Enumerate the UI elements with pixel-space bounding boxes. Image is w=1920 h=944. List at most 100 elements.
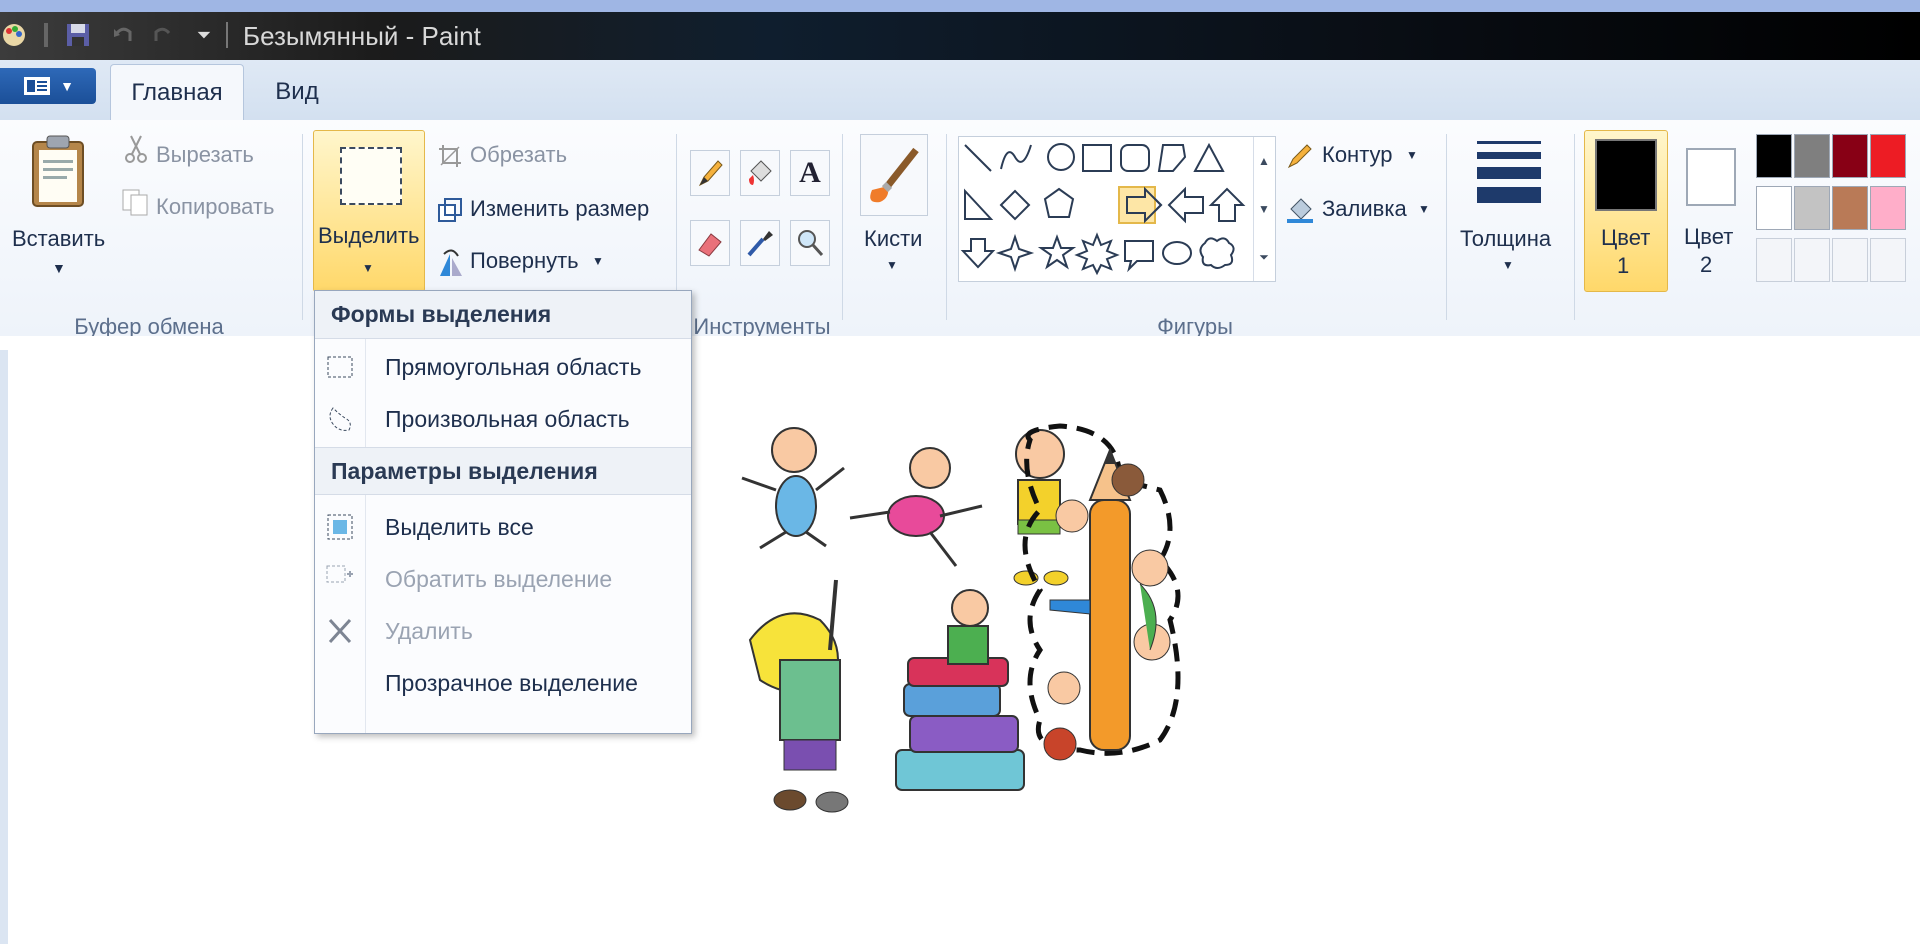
palette-color-swatch[interactable]	[1832, 134, 1868, 178]
color-picker-tool[interactable]	[740, 220, 780, 266]
shapes-scroll-down-icon[interactable]: ▼	[1253, 185, 1274, 233]
color1-swatch	[1595, 139, 1657, 211]
brushes-button[interactable]: Кисти	[864, 226, 922, 252]
paste-icon[interactable]	[26, 132, 90, 212]
color2-swatch[interactable]	[1686, 148, 1736, 206]
customize-quick-access-icon[interactable]: ⏷	[192, 20, 216, 50]
save-icon[interactable]	[62, 20, 94, 50]
tab-home[interactable]: Главная	[110, 64, 244, 121]
window-title: Безымянный - Paint	[243, 21, 481, 51]
color1-button[interactable]: Цвет 1	[1584, 130, 1668, 292]
rotate-dropdown-icon[interactable]: ▼	[592, 254, 604, 268]
crop-icon	[436, 142, 464, 170]
select-button[interactable]: Выделить ▼	[313, 130, 425, 292]
paint-app-icon[interactable]	[0, 20, 28, 50]
eraser-tool[interactable]	[690, 220, 730, 266]
fill-dropdown-icon[interactable]: ▼	[1418, 202, 1430, 216]
paste-dropdown-icon[interactable]: ▼	[52, 260, 66, 276]
pencil-icon	[698, 160, 723, 187]
fill-bucket-icon	[1284, 194, 1316, 226]
menu-item-label: Прямоугольная область	[385, 353, 642, 380]
brushes-dropdown-icon[interactable]: ▼	[886, 258, 898, 272]
group-separator	[302, 134, 303, 320]
rotate-button[interactable]: Повернуть	[470, 248, 579, 274]
menu-item-label: Прозрачное выделение	[385, 669, 638, 696]
shapes-gallery: ▲ ▼ ⏷	[958, 136, 1276, 282]
menu-item-label: Обратить выделение	[385, 565, 613, 592]
invert-selection-icon	[326, 565, 353, 583]
pencil-tool[interactable]	[690, 150, 730, 196]
palette-color-swatch[interactable]	[1870, 186, 1906, 230]
menu-item-delete[interactable]: Удалить	[315, 605, 691, 657]
palette-empty-swatch[interactable]	[1756, 238, 1792, 282]
cut-button[interactable]: Вырезать	[156, 142, 254, 168]
palette-empty-swatch[interactable]	[1794, 238, 1830, 282]
menu-item-select-all[interactable]: Выделить все	[315, 501, 691, 553]
paint-menu-button[interactable]: ▼	[0, 68, 96, 104]
palette-color-swatch[interactable]	[1870, 134, 1906, 178]
menu-item-label: Выделить все	[385, 513, 534, 540]
canvas-edge	[0, 350, 8, 944]
menu-item-label: Произвольная область	[385, 405, 630, 432]
eyedropper-icon	[747, 231, 773, 257]
magnifier-tool[interactable]	[790, 220, 830, 266]
thickness-button[interactable]: Толщина	[1460, 226, 1551, 252]
palette-color-swatch[interactable]	[1794, 186, 1830, 230]
kid-figure	[741, 427, 845, 550]
copy-button[interactable]: Копировать	[156, 194, 274, 220]
text-a-icon: A	[799, 156, 821, 189]
resize-icon	[436, 196, 464, 224]
thickness-dropdown-icon[interactable]: ▼	[1502, 258, 1514, 272]
rect-selection-icon	[327, 356, 353, 378]
palette-color-swatch[interactable]	[1756, 186, 1792, 230]
bucket-icon	[749, 160, 772, 185]
text-tool[interactable]: A	[790, 150, 830, 196]
select-dropdown-icon: ▼	[362, 261, 374, 275]
outline-icon	[1284, 142, 1314, 172]
menu-item-free-form-selection[interactable]: Произвольная область	[315, 393, 691, 445]
shapes-icons	[960, 142, 1246, 276]
shapes-expand-icon[interactable]: ⏷	[1253, 233, 1274, 281]
clipart-image	[741, 423, 1181, 813]
resize-button[interactable]: Изменить размер	[470, 196, 649, 222]
fill-button[interactable]: Заливка	[1322, 196, 1407, 222]
menu-item-invert-selection[interactable]: Обратить выделение	[315, 553, 691, 605]
color2-number: 2	[1700, 252, 1713, 277]
kid-figure	[748, 579, 849, 813]
undo-icon[interactable]	[108, 20, 138, 50]
outline-dropdown-icon[interactable]: ▼	[1406, 148, 1418, 162]
brushes-icon[interactable]	[860, 134, 928, 216]
group-separator	[1446, 134, 1447, 320]
shapes-scroll-up-icon[interactable]: ▲	[1253, 137, 1274, 185]
group-separator	[842, 134, 843, 320]
redo-icon[interactable]	[148, 20, 178, 50]
delete-icon	[328, 618, 352, 644]
paste-button[interactable]: Вставить	[12, 226, 105, 252]
palette-empty-swatch[interactable]	[1832, 238, 1868, 282]
thickness-icon[interactable]	[1476, 136, 1542, 208]
palette-color-swatch[interactable]	[1756, 134, 1792, 178]
crop-button[interactable]: Обрезать	[470, 142, 567, 168]
palette-color-swatch[interactable]	[1794, 134, 1830, 178]
qa-divider	[44, 23, 48, 47]
group-separator	[1574, 134, 1575, 320]
books-stack	[895, 589, 1025, 791]
chevron-down-icon: ▼	[60, 78, 74, 94]
select-rect-icon	[340, 147, 402, 205]
title-divider	[226, 22, 228, 48]
menu-header-selection-shapes: Формы выделения	[315, 291, 691, 339]
menu-item-transparent-selection[interactable]: Прозрачное выделение	[315, 657, 691, 709]
title-bar: ⏷ Безымянный - Paint	[0, 12, 1920, 60]
fill-tool[interactable]	[740, 150, 780, 196]
palette-empty-swatch[interactable]	[1870, 238, 1906, 282]
outline-button[interactable]: Контур	[1322, 142, 1393, 168]
menu-header-selection-options: Параметры выделения	[315, 447, 691, 495]
menu-item-rectangular-selection[interactable]: Прямоугольная область	[315, 341, 691, 393]
color1-number: 1	[1617, 253, 1630, 278]
color2-label[interactable]: Цвет	[1684, 224, 1733, 250]
group-separator	[946, 134, 947, 320]
rotate-icon	[436, 248, 464, 278]
tab-view[interactable]: Вид	[262, 64, 332, 120]
menu-icon	[24, 77, 51, 95]
palette-color-swatch[interactable]	[1832, 186, 1868, 230]
